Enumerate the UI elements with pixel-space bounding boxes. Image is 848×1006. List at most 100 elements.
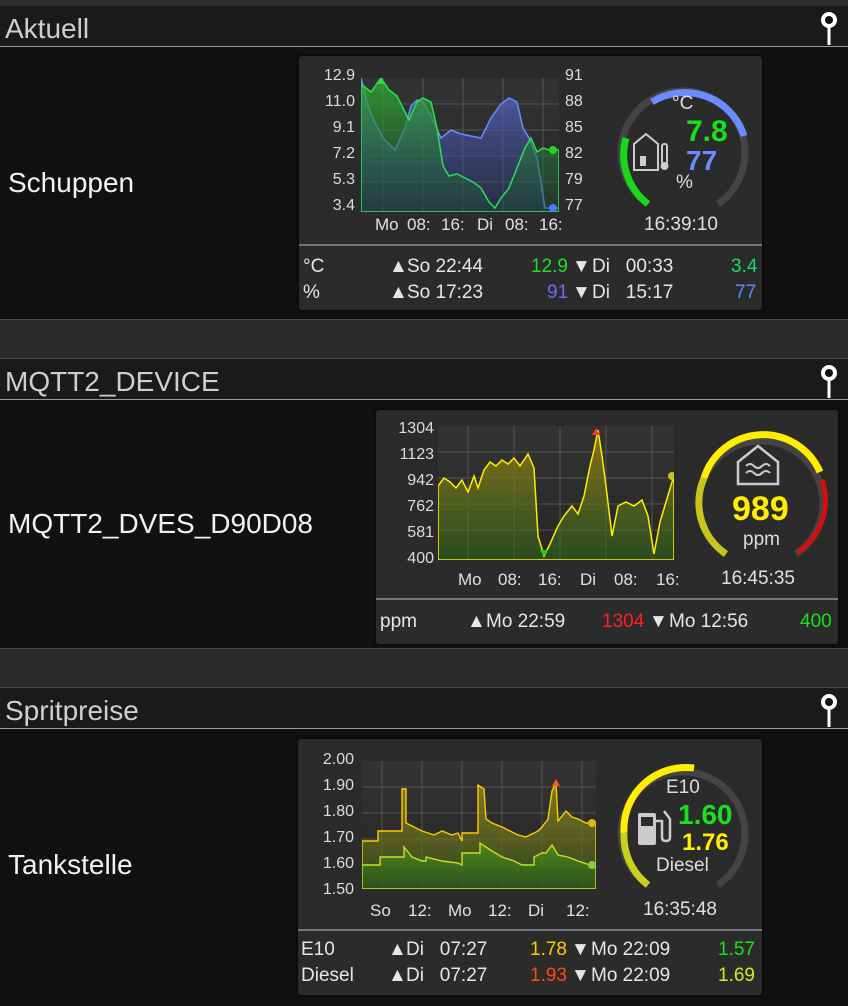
min-arrow: ▼ — [572, 256, 591, 277]
x-label: Di — [580, 570, 597, 589]
y-tick: 1.50 — [322, 881, 354, 898]
x-label: Mo — [458, 570, 482, 589]
device-name-mqtt2-dves[interactable]: MQTT2_DVES_D90D08 — [8, 508, 313, 540]
pin-icon[interactable] — [820, 364, 838, 398]
pin-icon[interactable] — [820, 11, 838, 45]
co2-chart — [437, 426, 676, 561]
temp-humidity-chart — [360, 76, 560, 213]
fuel-price-chart-svg — [361, 761, 597, 890]
min-value: 77 — [735, 282, 757, 303]
y-tick: 7.2 — [332, 145, 355, 162]
max-arrow: ▲ — [389, 256, 408, 277]
gauge-label-diesel: Diesel — [656, 855, 709, 876]
x-label: 12: — [488, 901, 512, 920]
gauge-unit: ppm — [743, 529, 780, 550]
stat-label: °C — [303, 256, 325, 277]
section-header-aktuell[interactable]: Aktuell — [0, 6, 848, 47]
max-time: Di 07:27 — [406, 965, 488, 986]
min-value: 400 — [800, 611, 832, 632]
device-card-co2[interactable]: 1304 1123 942 762 581 400 Mo 08: 16: Di … — [376, 410, 838, 644]
x-label: So — [370, 901, 391, 920]
y-tick: 400 — [407, 550, 434, 567]
x-label: Di — [477, 215, 494, 234]
x-label: 16: — [538, 570, 562, 589]
y-tick: 1123 — [399, 446, 434, 463]
min-value: 1.57 — [718, 939, 755, 960]
y-tick: 11.0 — [325, 93, 355, 110]
x-label: 08: — [498, 570, 522, 589]
y-tick: 5.3 — [332, 171, 355, 188]
y-tick: 1.70 — [322, 829, 354, 846]
y-right-tick: 85 — [565, 119, 583, 136]
max-arrow: ▲ — [388, 939, 407, 960]
min-time: Di 00:33 — [592, 256, 674, 277]
min-time: Di 15:17 — [592, 282, 674, 303]
max-value: 1.78 — [530, 939, 567, 960]
y-tick: 2.00 — [322, 751, 354, 768]
section-header-mqtt2-device[interactable]: MQTT2_DEVICE — [0, 359, 848, 400]
y-right-tick: 88 — [565, 93, 583, 110]
y-right-tick: 77 — [565, 197, 583, 214]
fuel-price-chart — [361, 761, 597, 890]
y-tick: 581 — [407, 524, 434, 541]
x-label: 12: — [566, 901, 590, 920]
last-update-time: 16:39:10 — [644, 214, 718, 235]
x-label: 16: — [656, 570, 680, 589]
section-body-aktuell: Schuppen 12.9 11.0 9.1 7.2 5.3 3.4 91 88 — [0, 47, 848, 319]
x-label: Mo — [375, 215, 399, 234]
y-right-tick: 79 — [565, 171, 583, 188]
max-value: 1304 — [602, 611, 645, 632]
x-label: Mo — [448, 901, 472, 920]
min-time: Mo 22:09 — [591, 965, 671, 986]
x-label: 12: — [408, 901, 432, 920]
gauge-unit-top: °C — [672, 93, 694, 114]
stat-label: % — [303, 282, 320, 303]
y-tick: 1.90 — [322, 777, 354, 794]
stats-divider — [376, 598, 838, 600]
y-tick: 3.4 — [332, 197, 355, 214]
device-name-tankstelle[interactable]: Tankstelle — [8, 849, 133, 881]
device-name-schuppen[interactable]: Schuppen — [8, 167, 134, 199]
min-arrow: ▼ — [572, 282, 591, 303]
last-update-time: 16:45:35 — [721, 568, 795, 589]
y-right-tick: 82 — [565, 145, 583, 162]
section-separator — [0, 319, 848, 359]
stat-label: Diesel — [301, 965, 354, 986]
y-tick: 9.1 — [332, 119, 355, 136]
device-card-fuel[interactable]: 2.00 1.90 1.80 1.70 1.60 1.50 So 12: Mo … — [298, 739, 762, 995]
x-label: Di — [528, 901, 545, 920]
min-arrow: ▼ — [571, 965, 590, 986]
pin-icon[interactable] — [820, 693, 838, 727]
section-title: Spritpreise — [5, 695, 139, 726]
max-arrow: ▲ — [467, 611, 486, 632]
min-arrow: ▼ — [649, 611, 668, 632]
co2-chart-svg — [437, 426, 676, 561]
house-air-quality-icon — [736, 444, 780, 486]
x-label: 16: — [539, 215, 563, 234]
stat-label: ppm — [380, 611, 417, 632]
x-label: 08: — [407, 215, 431, 234]
section-title: MQTT2_DEVICE — [5, 366, 220, 397]
stats-divider — [298, 929, 762, 931]
y-tick: 1304 — [398, 420, 434, 437]
x-label: 08: — [505, 215, 529, 234]
fuel-pump-icon — [638, 810, 672, 845]
max-time: Di 07:27 — [406, 939, 488, 960]
section-header-spritpreise[interactable]: Spritpreise — [0, 688, 848, 729]
min-value: 3.4 — [731, 256, 758, 277]
y-tick: 1.80 — [322, 803, 354, 820]
device-card-schuppen[interactable]: 12.9 11.0 9.1 7.2 5.3 3.4 91 88 85 82 79… — [299, 56, 762, 310]
x-label: 08: — [614, 570, 638, 589]
y-tick: 942 — [407, 472, 434, 489]
section-body-spritpreise: Tankstelle 2.00 1.90 1.80 1.70 1.60 1.50… — [0, 729, 848, 1006]
max-time: So 22:44 — [407, 256, 484, 277]
max-value: 1.93 — [530, 965, 567, 986]
max-value: 12.9 — [531, 256, 568, 277]
max-value: 91 — [547, 282, 569, 303]
stat-label: E10 — [301, 939, 335, 960]
min-time: Mo 12:56 — [669, 611, 749, 632]
stats-divider — [299, 244, 762, 246]
gauge-value-diesel: 1.76 — [682, 829, 729, 856]
house-thermometer-icon — [633, 132, 669, 171]
gauge-label-e10: E10 — [666, 777, 700, 798]
